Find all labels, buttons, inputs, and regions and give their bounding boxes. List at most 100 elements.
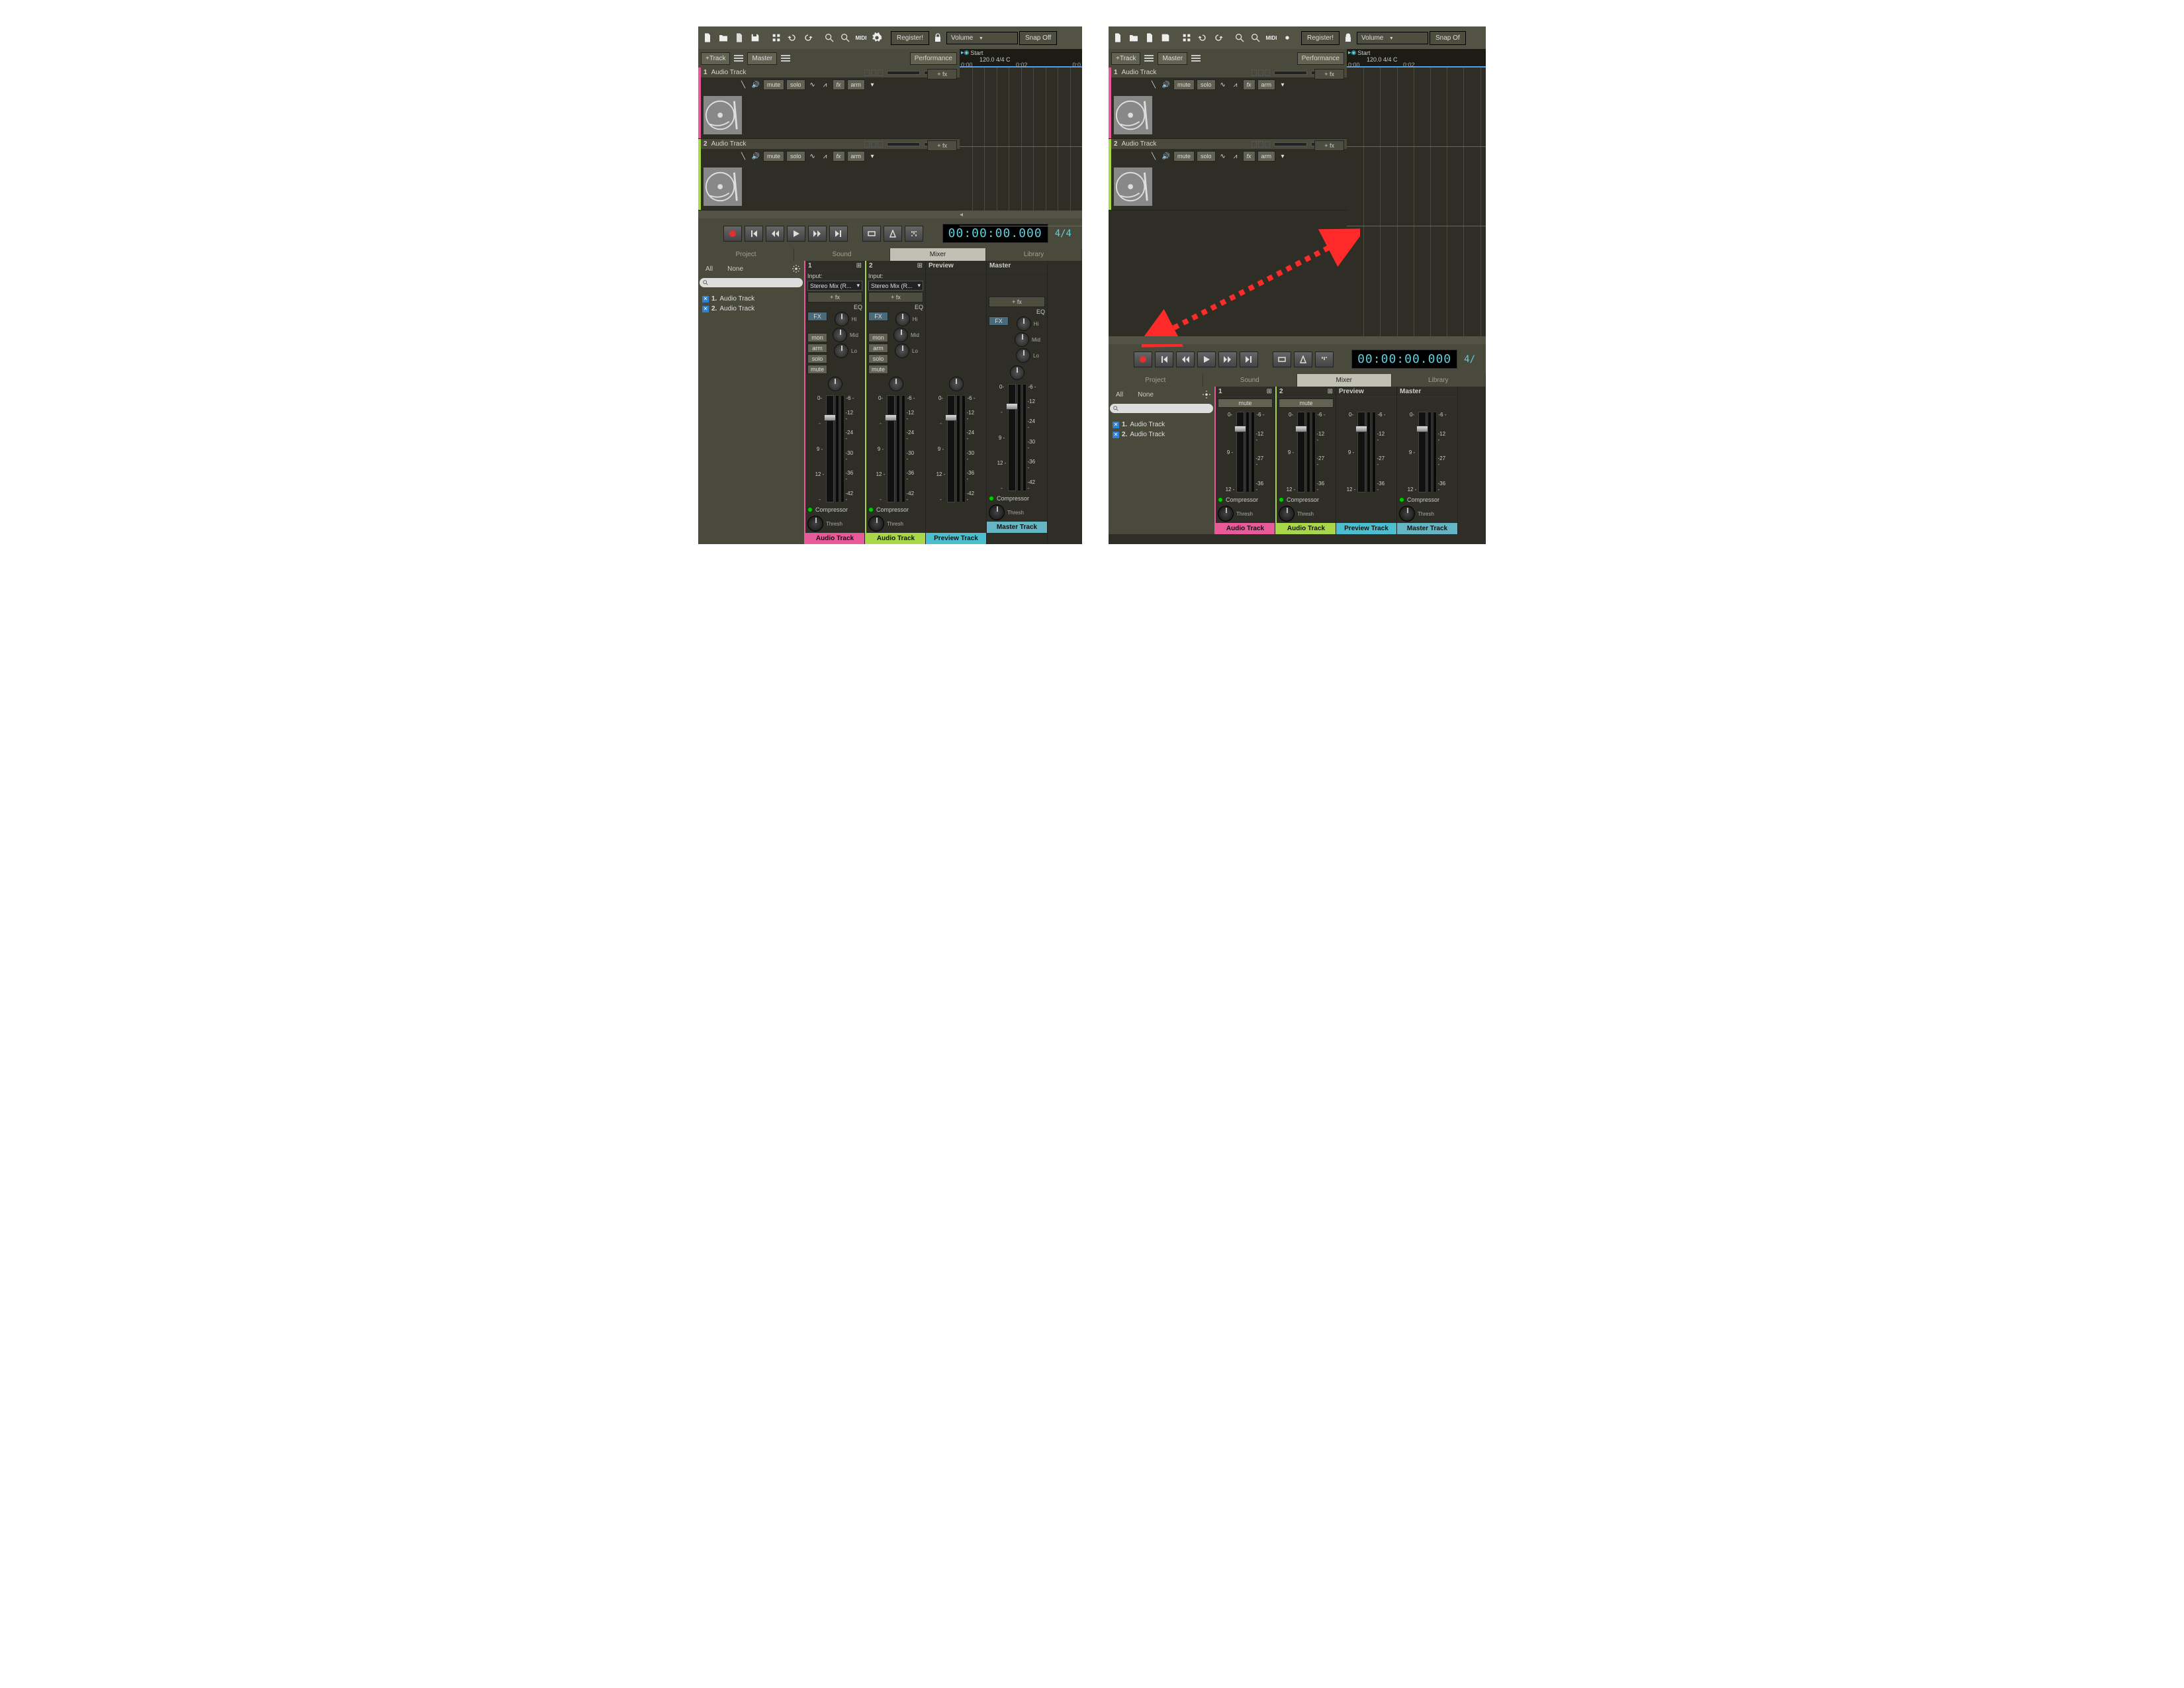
expand-icon[interactable]: ╲ — [738, 80, 749, 89]
arm-button[interactable]: arm — [1257, 79, 1276, 90]
track-header-2[interactable]: 2 Audio Track + fx ╲ 🔊 mute solo ∿ ⩘ fx … — [698, 139, 960, 211]
compressor-threshold-knob[interactable] — [807, 516, 823, 532]
add-fx-button[interactable]: + fx — [927, 69, 957, 79]
tempo-display[interactable]: 120.0 4/4 C — [1347, 56, 1486, 63]
track-header-2[interactable]: 2 Audio Track + fx ╲ 🔊 mute solo ∿ ⩘ fx … — [1109, 139, 1347, 211]
add-track-button[interactable]: +Track — [701, 52, 730, 65]
select-none-button[interactable]: None — [722, 264, 749, 274]
pan-knob[interactable] — [828, 377, 842, 391]
add-fx-button[interactable]: + fx — [927, 140, 957, 151]
fx-button[interactable]: fx — [833, 151, 845, 162]
volume-bar[interactable] — [1274, 142, 1307, 146]
speaker-icon[interactable]: 🔊 — [751, 80, 761, 89]
select-all-button[interactable]: All — [1111, 390, 1128, 400]
mute-button[interactable]: mute — [1173, 151, 1195, 162]
new-file-icon[interactable] — [1111, 30, 1125, 45]
undo-icon[interactable] — [1195, 30, 1210, 45]
fx-button[interactable]: fx — [1243, 79, 1255, 90]
redo-icon[interactable] — [1211, 30, 1226, 45]
search-input[interactable] — [1110, 404, 1213, 413]
mini-sliders[interactable] — [864, 70, 883, 76]
solo-button[interactable]: solo — [786, 79, 805, 90]
tab-sound[interactable]: Sound — [794, 248, 890, 261]
strip-footer[interactable]: Preview Track — [1336, 523, 1396, 534]
tab-mixer[interactable]: Mixer — [1297, 374, 1392, 387]
eq-hi-knob[interactable] — [835, 312, 849, 326]
open-folder-icon[interactable] — [1126, 30, 1141, 45]
fx-toggle-button[interactable]: FX — [868, 312, 888, 321]
timeline-pane[interactable] — [960, 68, 1082, 211]
volume-fader[interactable] — [1236, 412, 1244, 492]
mute-button[interactable]: mute — [868, 365, 888, 374]
open-folder-icon[interactable] — [716, 30, 731, 45]
automation-icon[interactable]: ∿ — [1218, 80, 1228, 89]
settings-button[interactable] — [905, 226, 923, 242]
solo-button[interactable]: solo — [1197, 79, 1216, 90]
select-all-button[interactable]: All — [700, 264, 718, 274]
fx-button[interactable]: fx — [1243, 151, 1255, 162]
speaker-icon[interactable]: 🔊 — [1161, 152, 1171, 161]
grid-icon[interactable] — [1179, 30, 1194, 45]
pan-knob[interactable] — [889, 377, 903, 391]
loop-button[interactable] — [1273, 352, 1291, 367]
save-icon[interactable] — [1158, 30, 1173, 45]
master-button[interactable]: Master — [747, 52, 777, 65]
compressor-threshold-knob[interactable] — [1399, 506, 1415, 522]
solo-button[interactable]: solo — [1197, 151, 1216, 162]
arm-button[interactable]: arm — [868, 344, 888, 353]
skip-end-button[interactable] — [1240, 352, 1258, 367]
skip-start-button[interactable] — [1155, 352, 1173, 367]
zoom-in-icon[interactable] — [1248, 30, 1263, 45]
arm-menu-icon[interactable]: ▾ — [867, 80, 878, 89]
undo-icon[interactable] — [785, 30, 799, 45]
search-input[interactable] — [700, 278, 803, 287]
forward-button[interactable] — [1218, 352, 1237, 367]
grid-icon[interactable] — [769, 30, 784, 45]
fx-toggle-button[interactable]: FX — [989, 316, 1009, 326]
eq-hi-knob[interactable] — [1017, 316, 1031, 331]
mini-sliders[interactable] — [1251, 141, 1270, 148]
zoom-out-icon[interactable] — [1232, 30, 1247, 45]
expand-icon[interactable]: ╲ — [1148, 152, 1159, 161]
tab-mixer[interactable]: Mixer — [890, 248, 986, 261]
music-file-icon[interactable] — [1142, 30, 1157, 45]
speaker-icon[interactable]: 🔊 — [1161, 80, 1171, 89]
add-track-menu-icon[interactable] — [1144, 55, 1154, 62]
fx-button[interactable]: fx — [833, 79, 845, 90]
input-dropdown[interactable]: Stereo Mix (R...▾ — [807, 281, 862, 291]
tracklist-item-1[interactable]: ✕1. Audio Track — [1111, 420, 1212, 430]
compressor-power-icon[interactable] — [989, 496, 994, 501]
eq-lo-knob[interactable] — [1016, 348, 1030, 363]
pan-knob[interactable] — [949, 377, 964, 391]
solo-button[interactable]: solo — [868, 354, 888, 363]
compressor-power-icon[interactable] — [807, 507, 813, 512]
mute-button[interactable]: mute — [807, 365, 827, 374]
mini-sliders[interactable] — [864, 141, 883, 148]
strip-menu-icon[interactable]: ⊞ — [1267, 388, 1272, 395]
tracklist-item-2[interactable]: ✕2. Audio Track — [1111, 430, 1212, 440]
forward-button[interactable] — [808, 226, 827, 242]
expand-icon[interactable]: ╲ — [738, 152, 749, 161]
register-button[interactable]: Register! — [891, 31, 929, 45]
eq-mid-knob[interactable] — [1015, 332, 1029, 347]
mute-button[interactable]: mute — [1218, 399, 1273, 408]
eq-mid-knob[interactable] — [833, 328, 847, 342]
mon-button[interactable]: mon — [807, 333, 827, 342]
compressor-power-icon[interactable] — [1399, 497, 1404, 502]
mute-button[interactable]: mute — [1173, 79, 1195, 90]
start-flag-icon[interactable]: ▸◉ — [1348, 49, 1356, 56]
snap-button[interactable]: Snap Off — [1019, 31, 1057, 45]
tab-project[interactable]: Project — [698, 248, 794, 261]
visible-checkbox-icon[interactable]: ✕ — [702, 296, 709, 303]
volume-fader[interactable] — [1008, 384, 1016, 491]
time-signature[interactable]: 4/4 — [1051, 228, 1075, 239]
lock-icon[interactable] — [931, 30, 945, 45]
add-fx-button[interactable]: + fx — [1314, 69, 1344, 79]
arm-button[interactable]: arm — [807, 344, 827, 353]
fx-chain-icon[interactable]: ⩘ — [820, 80, 831, 89]
add-track-menu-icon[interactable] — [734, 55, 743, 62]
skip-end-button[interactable] — [829, 226, 848, 242]
input-dropdown[interactable]: Stereo Mix (R...▾ — [868, 281, 923, 291]
compressor-threshold-knob[interactable] — [1218, 506, 1234, 522]
mixer-gear-icon[interactable] — [1201, 389, 1212, 400]
